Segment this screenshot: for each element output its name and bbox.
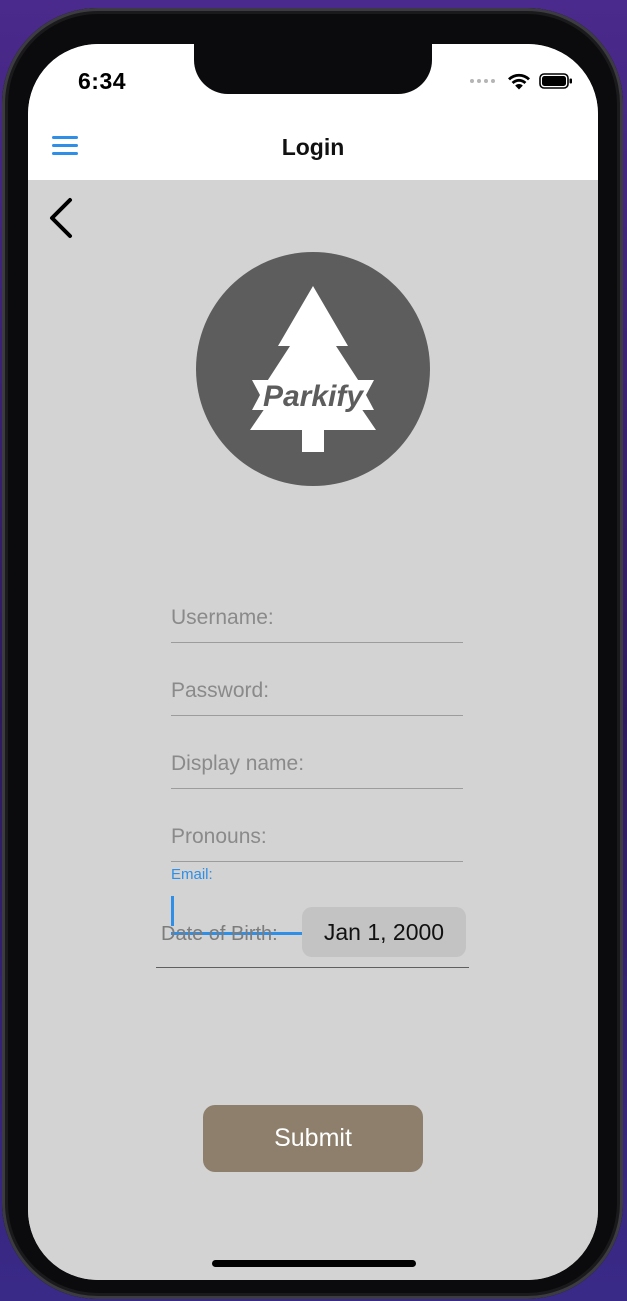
- battery-icon: [539, 73, 572, 89]
- login-content: Parkify Email: Date of Birth:: [28, 180, 598, 1280]
- status-time: 6:34: [78, 68, 127, 94]
- date-of-birth-row: Date of Birth: Jan 1, 2000: [156, 907, 469, 968]
- pronouns-input[interactable]: [171, 817, 463, 857]
- dob-label: Date of Birth:: [161, 923, 278, 945]
- username-input[interactable]: [171, 598, 463, 638]
- password-field[interactable]: [171, 659, 463, 716]
- parkify-logo: Parkify: [196, 252, 430, 486]
- phone-frame: 6:34 Login Parkify Username: Display nam…: [2, 8, 623, 1299]
- status-icons: [470, 72, 573, 90]
- pronouns-field[interactable]: [171, 805, 463, 862]
- device-notch: [194, 44, 432, 94]
- display-name-input[interactable]: [171, 744, 463, 784]
- email-label: Email:: [171, 866, 213, 883]
- signal-dots-icon: [470, 79, 495, 83]
- username-field[interactable]: [171, 586, 463, 643]
- home-indicator: [212, 1260, 416, 1267]
- logo-text: Parkify: [263, 380, 364, 413]
- nav-header: Login: [28, 114, 598, 180]
- dob-date-picker[interactable]: Jan 1, 2000: [302, 907, 466, 957]
- submit-button[interactable]: Submit: [203, 1105, 423, 1172]
- chevron-left-icon[interactable]: [46, 196, 80, 240]
- password-input[interactable]: [171, 671, 463, 711]
- display-name-field[interactable]: [171, 732, 463, 789]
- page-title: Login: [281, 134, 345, 160]
- app-screen: 6:34 Login Parkify Username: Display nam…: [28, 44, 598, 1280]
- wifi-icon: [508, 73, 530, 90]
- pine-tree-icon: Parkify: [196, 252, 430, 486]
